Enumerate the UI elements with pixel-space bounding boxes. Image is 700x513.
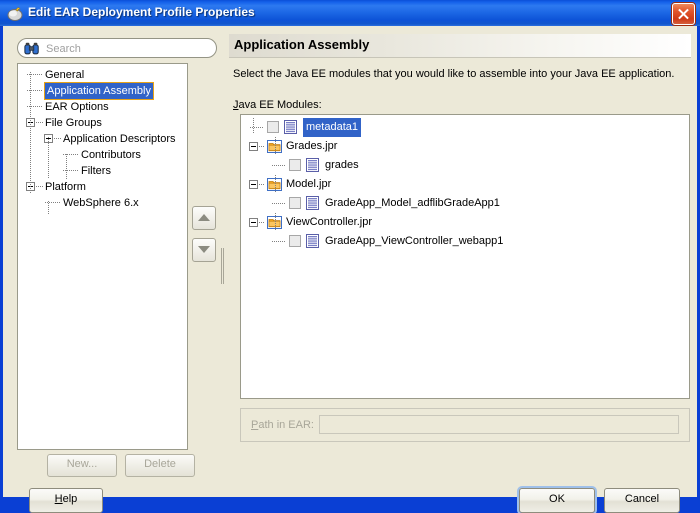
panel-splitter[interactable] (220, 63, 224, 474)
tree-expander-icon[interactable] (249, 142, 258, 151)
sidebar-item-filters[interactable]: Filters (18, 163, 187, 179)
module-row[interactable]: GradeApp_ViewController_webapp1 (241, 232, 689, 251)
sidebar-item-general[interactable]: General (18, 67, 187, 83)
sidebar-item-platform[interactable]: Platform (18, 179, 187, 195)
path-in-ear-input[interactable] (319, 415, 679, 434)
sidebar-item-label: Filters (81, 165, 111, 177)
path-in-ear-group: Path in EAR: (240, 408, 690, 442)
sidebar-item-contributors[interactable]: Contributors (18, 147, 187, 163)
cancel-button-label: Cancel (624, 493, 660, 505)
chevron-down-icon (198, 246, 210, 253)
dialog-body: Search General Application Assembly EAR Op… (3, 26, 697, 513)
module-label: metadata1 (303, 118, 361, 137)
sidebar-item-label: File Groups (45, 117, 102, 129)
ok-button[interactable]: OK (519, 488, 595, 513)
sidebar-item-label: General (45, 69, 85, 81)
pane-description: Select the Java EE modules that you woul… (233, 68, 675, 80)
path-in-ear-label: Path in EAR: (251, 419, 314, 431)
cancel-button[interactable]: Cancel (604, 488, 680, 513)
module-label: ViewController.jpr (286, 216, 373, 228)
module-label: Model.jpr (286, 178, 332, 190)
module-label: GradeApp_ViewController_webapp1 (325, 235, 504, 247)
module-checkbox[interactable] (289, 197, 301, 209)
close-icon[interactable] (672, 3, 695, 25)
page-title: Application Assembly (234, 37, 370, 52)
sidebar-item-label: Platform (45, 181, 86, 193)
new-button-label: New... (66, 458, 98, 470)
new-button[interactable]: New... (47, 454, 117, 477)
module-label: GradeApp_Model_adflibGradeApp1 (325, 197, 500, 209)
document-icon (306, 158, 319, 172)
content-pane: Application Assembly Select the Java EE … (229, 26, 691, 476)
application-icon (7, 7, 23, 21)
sidebar-item-application-assembly[interactable]: Application Assembly (18, 82, 187, 100)
tree-expander-icon[interactable] (249, 218, 258, 227)
module-row[interactable]: Grades.jpr (241, 137, 689, 156)
navigation-tree[interactable]: General Application Assembly EAR Options Fi… (17, 63, 188, 450)
search-input[interactable]: Search (17, 38, 217, 58)
move-down-button[interactable] (192, 238, 216, 262)
help-button[interactable]: Help (29, 488, 103, 513)
sidebar-item-label: WebSphere 6.x (63, 197, 139, 209)
module-checkbox[interactable] (267, 121, 279, 133)
sidebar-item-label: Application Assembly (44, 82, 154, 100)
module-label: Grades.jpr (286, 140, 338, 152)
search-placeholder: Search (46, 43, 81, 55)
tree-expander-icon[interactable] (249, 180, 258, 189)
module-checkbox[interactable] (289, 159, 301, 171)
sidebar-item-application-descriptors[interactable]: Application Descriptors (18, 131, 187, 147)
modules-list[interactable]: metadata1 Grades.jpr grades Model.jpr GradeA… (240, 114, 690, 399)
module-row[interactable]: GradeApp_Model_adflibGradeApp1 (241, 194, 689, 213)
title-bar[interactable]: Edit EAR Deployment Profile Properties (0, 0, 700, 27)
chevron-up-icon (198, 214, 210, 221)
binoculars-icon (24, 42, 39, 55)
delete-button-label: Delete (144, 458, 176, 470)
pane-header: Application Assembly (229, 34, 691, 58)
sidebar-item-label: EAR Options (45, 101, 109, 113)
dialog-window: Edit EAR Deployment Profile Properties S… (0, 0, 700, 513)
module-row[interactable]: Model.jpr (241, 175, 689, 194)
help-button-label: Help (54, 493, 78, 505)
document-icon (306, 196, 319, 210)
document-icon (284, 120, 297, 134)
module-label: grades (325, 159, 359, 171)
module-checkbox[interactable] (289, 235, 301, 247)
delete-button[interactable]: Delete (125, 454, 195, 477)
sidebar-item-label: Contributors (81, 149, 141, 161)
header-divider (229, 57, 691, 58)
modules-label: Java EE Modules: (233, 99, 322, 111)
sidebar-item-file-groups[interactable]: File Groups (18, 115, 187, 131)
sidebar-item-label: Application Descriptors (63, 133, 176, 145)
module-row[interactable]: ViewController.jpr (241, 213, 689, 232)
move-up-button[interactable] (192, 206, 216, 230)
sidebar-item-ear-options[interactable]: EAR Options (18, 99, 187, 115)
module-row[interactable]: grades (241, 156, 689, 175)
sidebar-item-websphere-6-x[interactable]: WebSphere 6.x (18, 195, 187, 211)
document-icon (306, 234, 319, 248)
module-row[interactable]: metadata1 (241, 118, 689, 137)
window-title: Edit EAR Deployment Profile Properties (28, 5, 255, 19)
ok-button-label: OK (549, 493, 565, 505)
